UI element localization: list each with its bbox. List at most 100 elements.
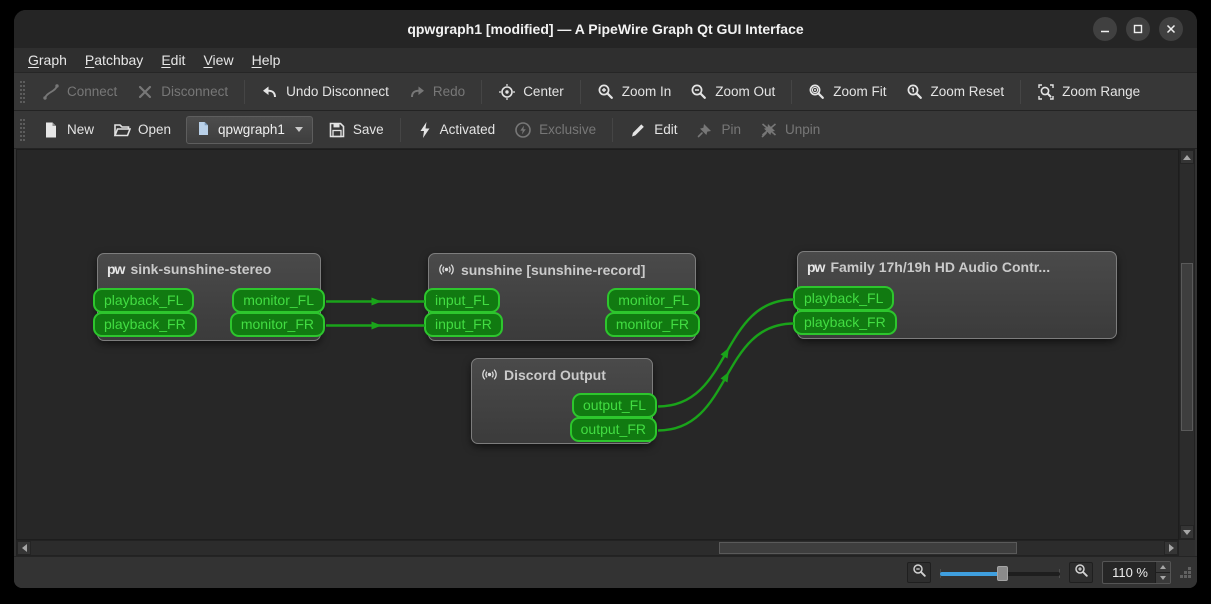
zoom-reset-button[interactable]: Zoom Reset (898, 78, 1013, 106)
node-title: Family 17h/19h HD Audio Contr... (830, 259, 1051, 275)
scroll-right-button[interactable] (1164, 541, 1178, 555)
horizontal-scrollbar[interactable] (16, 540, 1179, 556)
toolbar-separator (1020, 79, 1022, 104)
port-monitor_FR[interactable]: monitor_FR (604, 312, 700, 337)
graph-toolbar: Connect Disconnect Undo Disconnect Redo … (14, 73, 1197, 111)
port-monitor_FL[interactable]: monitor_FL (232, 288, 325, 313)
pencil-icon (629, 121, 647, 139)
patchbay-file-label: qpwgraph1 (218, 122, 285, 137)
connect-icon (42, 83, 60, 101)
node-family[interactable]: pw Family 17h/19h HD Audio Contr... playba… (793, 251, 1117, 339)
minimize-icon (1099, 23, 1111, 35)
unpin-button[interactable]: Unpin (752, 116, 828, 144)
zoom-out-icon (690, 83, 708, 101)
menu-graph[interactable]: Graph (20, 50, 75, 70)
spin-up-button[interactable] (1156, 562, 1170, 572)
exclusive-button[interactable]: Exclusive (506, 116, 604, 144)
zoom-spinbox-steppers (1155, 562, 1170, 583)
zoom-value: 110 % (1112, 565, 1148, 580)
resize-grip[interactable] (1179, 566, 1192, 584)
toolbar-separator (791, 79, 793, 104)
center-button[interactable]: Center (490, 78, 572, 106)
scroll-down-icon (1183, 529, 1191, 535)
maximize-button[interactable] (1126, 17, 1150, 41)
menu-help[interactable]: Help (244, 50, 289, 70)
port-input_FL[interactable]: input_FL (424, 288, 501, 313)
port-output_FL[interactable]: output_FL (571, 393, 657, 418)
window-title: qpwgraph1 [modified] — A PipeWire Graph … (407, 21, 804, 37)
undo-disconnect-button[interactable]: Undo Disconnect (253, 78, 397, 106)
zoom-spinbox[interactable]: 110 % (1102, 561, 1171, 584)
node-sink[interactable]: pw sink-sunshine-stereo playback_FL playbac… (93, 253, 325, 341)
spin-up-icon (1160, 565, 1166, 569)
node-header: sunshine [sunshine-record] (429, 254, 695, 285)
port-playback_FL[interactable]: playback_FL (793, 286, 895, 311)
canvas[interactable]: pw sink-sunshine-stereo playback_FL playbac… (16, 149, 1179, 540)
save-icon (328, 121, 346, 139)
toolbar-separator (399, 117, 401, 142)
title-bar[interactable]: qpwgraph1 [modified] — A PipeWire Graph … (14, 10, 1197, 48)
open-button[interactable]: Open (105, 116, 179, 144)
menu-patchbay[interactable]: Patchbay (77, 50, 151, 70)
scroll-left-button[interactable] (17, 541, 31, 555)
port-monitor_FL[interactable]: monitor_FL (607, 288, 700, 313)
node-title: Discord Output (504, 366, 606, 383)
zoom-slider[interactable] (940, 564, 1061, 582)
port-playback_FR[interactable]: playback_FR (793, 310, 897, 335)
zoom-slider-handle[interactable] (997, 565, 1009, 581)
menu-edit[interactable]: Edit (153, 50, 193, 70)
lightning-icon (417, 121, 433, 139)
port-playback_FL[interactable]: playback_FL (93, 288, 195, 313)
zoom-in-button[interactable]: Zoom In (589, 78, 680, 106)
port-playback_FR[interactable]: playback_FR (93, 312, 197, 337)
toolbar-drag-handle[interactable] (20, 80, 25, 103)
window-controls (1093, 17, 1183, 41)
activated-button[interactable]: Activated (409, 116, 504, 144)
zoom-range-button[interactable]: Zoom Range (1029, 78, 1148, 106)
node-title: sunshine [sunshine-record] (461, 261, 646, 278)
disconnect-button[interactable]: Disconnect (128, 78, 236, 106)
port-output_FR[interactable]: output_FR (569, 417, 657, 442)
spin-down-button[interactable] (1156, 572, 1170, 583)
scroll-down-button[interactable] (1180, 525, 1194, 539)
toolbar-separator (244, 79, 246, 104)
pipewire-icon: pw (807, 259, 825, 275)
redo-button[interactable]: Redo (400, 78, 473, 106)
node-discord[interactable]: Discord Output output_FL output_FR (471, 358, 657, 444)
vertical-scrollbar[interactable] (1179, 149, 1195, 540)
port-input_FR[interactable]: input_FR (424, 312, 503, 337)
connect-button[interactable]: Connect (34, 78, 125, 106)
pipewire-icon: pw (107, 261, 125, 277)
pin-button[interactable]: Pin (688, 116, 749, 144)
toolbar-drag-handle[interactable] (20, 118, 25, 141)
vertical-scrollbar-thumb[interactable] (1181, 263, 1193, 431)
close-button[interactable] (1159, 17, 1183, 41)
menu-view[interactable]: View (195, 50, 241, 70)
node-sunshine[interactable]: sunshine [sunshine-record] input_FL input_… (424, 253, 700, 341)
scroll-right-icon (1168, 544, 1174, 552)
patchbay-file-combobox[interactable]: qpwgraph1 (186, 115, 313, 144)
close-icon (1165, 23, 1177, 35)
edit-button[interactable]: Edit (621, 116, 685, 144)
connection-arrow-icon (371, 297, 382, 306)
zoom-fit-button[interactable]: Zoom Fit (800, 78, 894, 106)
patchbay-file-icon (196, 121, 211, 139)
statusbar-zoom-in-button[interactable] (1069, 562, 1094, 583)
new-button[interactable]: New (34, 116, 102, 144)
minimize-button[interactable] (1093, 17, 1117, 41)
zoom-out-button[interactable]: Zoom Out (682, 78, 783, 106)
node-title: sink-sunshine-stereo (130, 261, 272, 277)
status-bar: 110 % (14, 556, 1197, 588)
statusbar-zoom-out-button[interactable] (907, 562, 932, 583)
save-button[interactable]: Save (320, 116, 392, 144)
port-monitor_FR[interactable]: monitor_FR (229, 312, 325, 337)
node-header: Discord Output (472, 359, 652, 390)
zoom-fit-icon (808, 83, 826, 101)
connection-arrow-icon (371, 321, 382, 330)
center-icon (498, 83, 516, 101)
scroll-up-button[interactable] (1180, 150, 1194, 164)
horizontal-scrollbar-thumb[interactable] (719, 542, 1017, 554)
spin-down-icon (1160, 576, 1166, 580)
redo-icon (408, 83, 426, 101)
toolbar-separator (579, 79, 581, 104)
